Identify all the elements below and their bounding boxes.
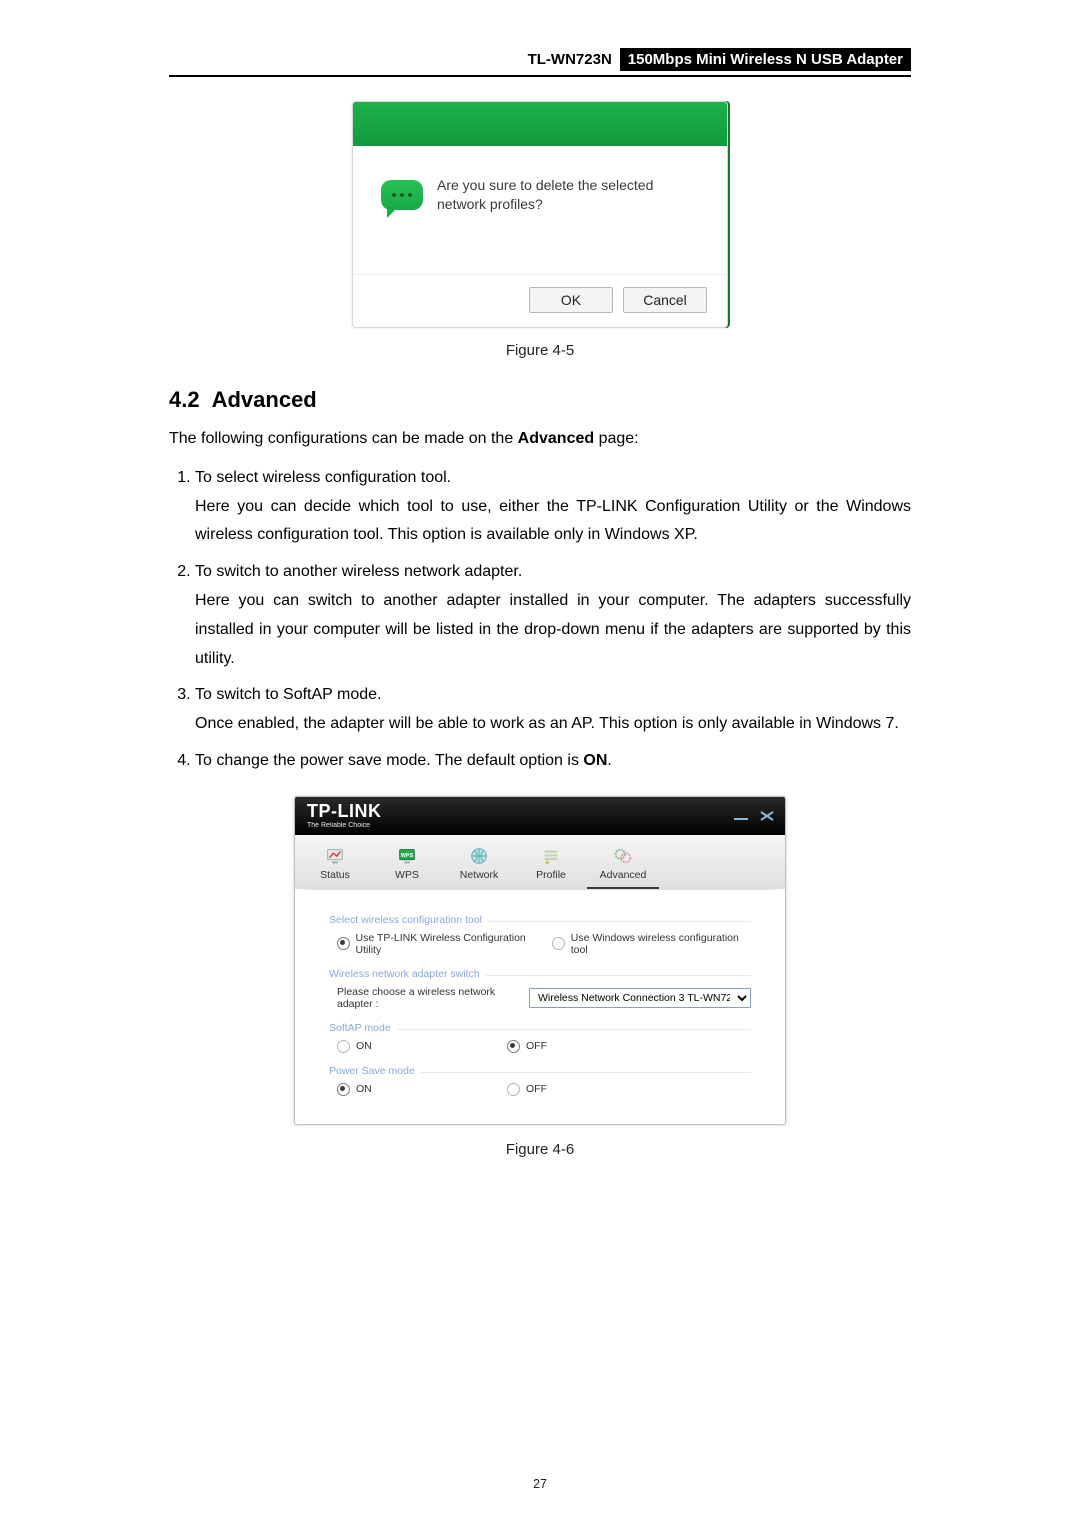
- advanced-panel: Select wireless configuration tool Use T…: [295, 890, 785, 1124]
- group-softap: SoftAP mode ON OFF: [329, 1022, 751, 1053]
- radio-power-off[interactable]: [507, 1083, 520, 1096]
- network-icon: [468, 845, 490, 867]
- radio-label: Use TP-LINK Wireless Configuration Utili…: [356, 932, 547, 956]
- product-header: TL-WN723N 150Mbps Mini Wireless N USB Ad…: [169, 48, 911, 71]
- close-icon[interactable]: [759, 810, 775, 822]
- utility-advanced-window: TP-LINK The Reliable Choice: [294, 796, 786, 1125]
- group-label: Power Save mode: [329, 1065, 751, 1077]
- brand: TP-LINK The Reliable Choice: [307, 802, 382, 829]
- group-label: Wireless network adapter switch: [329, 968, 751, 980]
- section-heading: 4.2 Advanced: [169, 387, 911, 413]
- product-description: 150Mbps Mini Wireless N USB Adapter: [620, 48, 911, 71]
- dialog-titlebar: [353, 102, 727, 146]
- radio-softap-on[interactable]: [337, 1040, 350, 1053]
- group-label: Select wireless configuration tool: [329, 914, 751, 926]
- group-label: SoftAP mode: [329, 1022, 751, 1034]
- group-adapter-switch: Wireless network adapter switch Please c…: [329, 968, 751, 1010]
- list-item: To select wireless configuration tool. H…: [195, 464, 911, 550]
- minimize-icon[interactable]: [733, 810, 749, 822]
- section-intro: The following configurations can be made…: [169, 427, 911, 452]
- tab-status[interactable]: Status: [299, 841, 371, 889]
- brand-tagline: The Reliable Choice: [307, 822, 382, 829]
- radio-label: OFF: [526, 1083, 547, 1095]
- cancel-button[interactable]: Cancel: [623, 287, 707, 313]
- radio-power-on[interactable]: [337, 1083, 350, 1096]
- group-config-tool: Select wireless configuration tool Use T…: [329, 914, 751, 956]
- radio-tplink-utility[interactable]: [337, 937, 350, 950]
- profile-icon: [540, 845, 562, 867]
- group-power-save: Power Save mode ON OFF: [329, 1065, 751, 1096]
- list-item: To switch to another wireless network ad…: [195, 558, 911, 673]
- list-item: To switch to SoftAP mode. Once enabled, …: [195, 681, 911, 739]
- radio-label: OFF: [526, 1040, 547, 1052]
- tab-wps[interactable]: WPS WPS: [371, 841, 443, 889]
- tab-network[interactable]: Network: [443, 841, 515, 889]
- advanced-icon: [612, 845, 634, 867]
- page-number: 27: [0, 1477, 1080, 1491]
- section-number: 4.2: [169, 387, 200, 412]
- brand-name: TP-LINK: [307, 802, 382, 820]
- adapter-select[interactable]: Wireless Network Connection 3 TL-WN723N: [529, 988, 751, 1008]
- header-rule: [169, 75, 911, 77]
- delete-profile-dialog: Are you sure to delete the selected netw…: [352, 101, 728, 328]
- list-item: To change the power save mode. The defau…: [195, 747, 911, 776]
- tabstrip: Status WPS WPS Network: [295, 835, 785, 889]
- radio-label: Use Windows wireless configuration tool: [571, 932, 751, 956]
- tab-advanced[interactable]: Advanced: [587, 841, 659, 889]
- product-model: TL-WN723N: [520, 48, 620, 71]
- radio-label: ON: [356, 1083, 372, 1095]
- status-icon: [324, 845, 346, 867]
- radio-windows-tool[interactable]: [552, 937, 565, 950]
- tab-profile[interactable]: Profile: [515, 841, 587, 889]
- ok-button[interactable]: OK: [529, 287, 613, 313]
- radio-softap-off[interactable]: [507, 1040, 520, 1053]
- svg-text:WPS: WPS: [401, 853, 414, 859]
- feature-list: To select wireless configuration tool. H…: [169, 464, 911, 776]
- wps-icon: WPS: [396, 845, 418, 867]
- adapter-prompt: Please choose a wireless network adapter…: [337, 986, 517, 1010]
- radio-label: ON: [356, 1040, 372, 1052]
- speech-bubble-icon: [381, 180, 423, 210]
- section-title: Advanced: [212, 387, 317, 412]
- figure-4-6-caption: Figure 4-6: [169, 1141, 911, 1158]
- figure-4-5-caption: Figure 4-5: [169, 342, 911, 359]
- dialog-message: Are you sure to delete the selected netw…: [437, 176, 699, 214]
